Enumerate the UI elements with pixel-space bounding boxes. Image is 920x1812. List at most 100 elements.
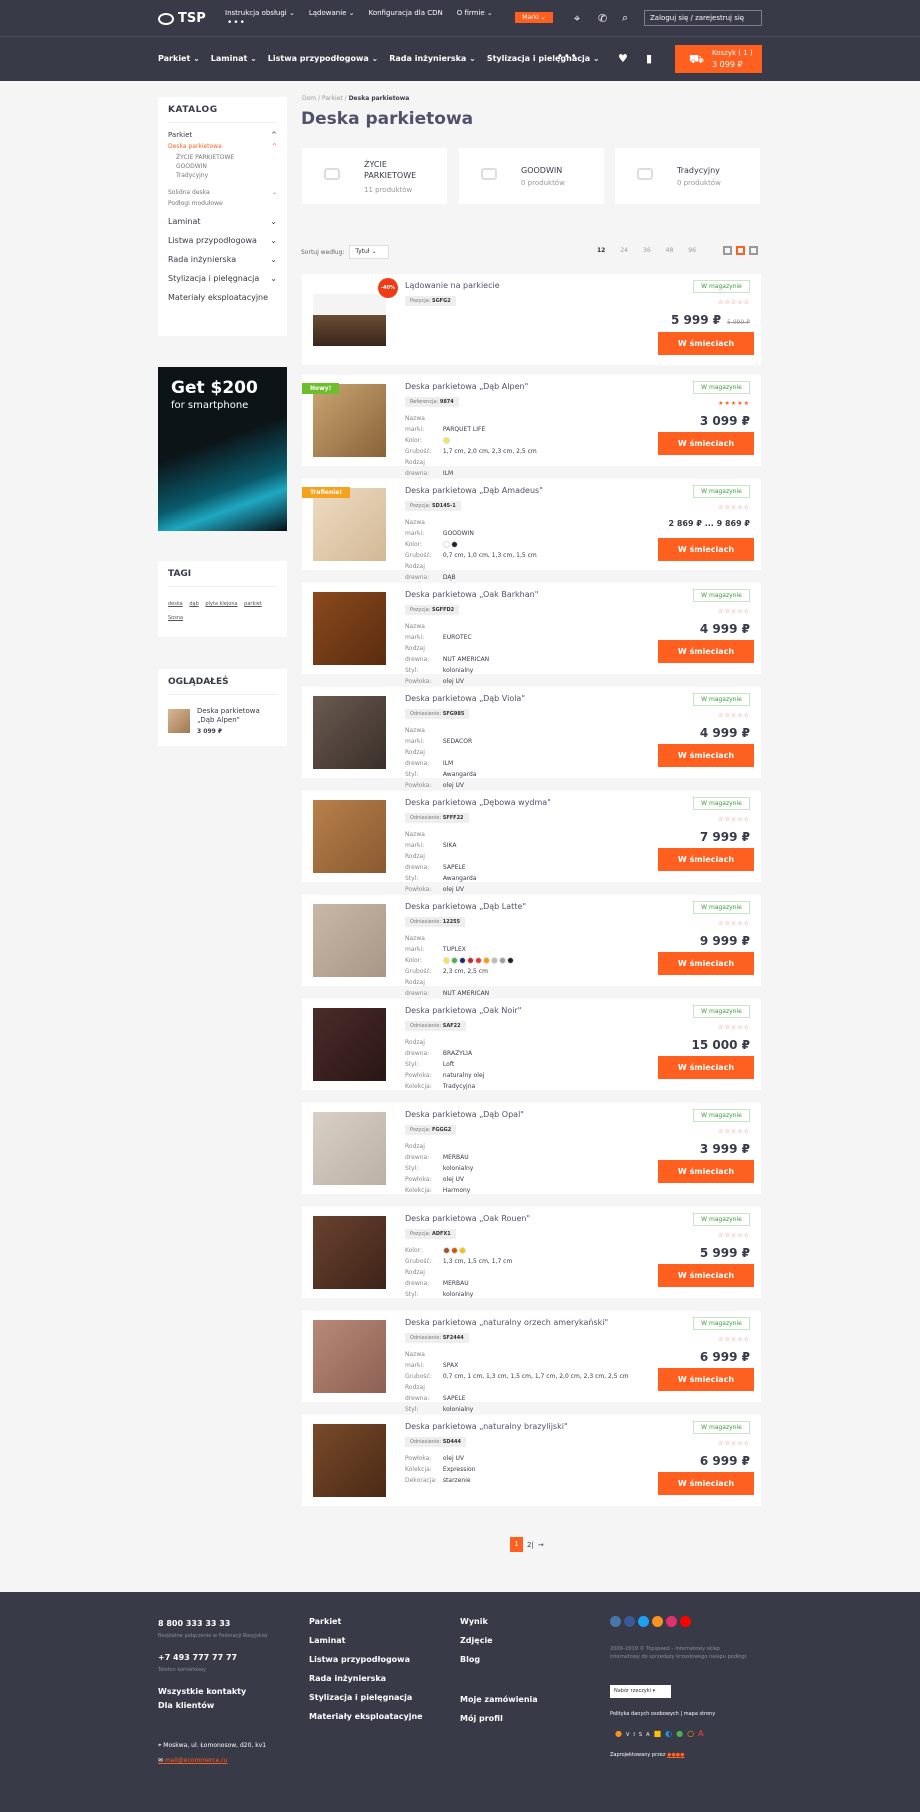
add-to-cart-button[interactable]: W śmieciach [658, 640, 754, 663]
page-size-option[interactable]: 48 [666, 247, 674, 254]
tag-link[interactable]: dąb [189, 601, 198, 607]
nav-item[interactable]: Laminat ⌄ [211, 54, 257, 63]
color-swatch[interactable] [490, 957, 498, 964]
viewed-product-image[interactable] [168, 709, 190, 733]
color-swatch[interactable] [458, 1247, 466, 1254]
product-image[interactable] [313, 1008, 386, 1081]
compare-icon[interactable]: ▮ [646, 52, 652, 65]
footer-contacts-link[interactable]: Wszystkie kontakty [158, 1687, 246, 1696]
catalog-item[interactable]: Stylizacja i pielęgnacja ⌄ [168, 274, 277, 283]
product-name[interactable]: Deska parkietowa „Dąb Latte" [405, 902, 526, 911]
color-swatch[interactable] [482, 957, 490, 964]
page-link[interactable]: 2| [527, 1541, 534, 1549]
nav-item[interactable]: Stylizacja i pielęgnacja ⌄ [487, 54, 600, 63]
tag-link[interactable]: parkiet [244, 601, 262, 607]
odnoklassniki-icon[interactable] [652, 1616, 663, 1627]
rating-stars[interactable]: ☆☆☆☆☆ [718, 1024, 750, 1031]
footer-link[interactable]: Parkiet [309, 1617, 341, 1626]
top-nav-link[interactable]: Instrukcja obsługi ⌄ [225, 9, 295, 17]
product-name[interactable]: Deska parkietowa „naturalny brazylijski" [405, 1422, 568, 1431]
instagram-icon[interactable] [666, 1616, 677, 1627]
top-nav-link[interactable]: Konfiguracja dla CDN [369, 9, 443, 17]
subcategory-card[interactable]: ŻYCIE PARKIETOWE 11 produktów [302, 148, 447, 204]
twitter-icon[interactable] [638, 1616, 649, 1627]
footer-link[interactable]: Materiały eksploatacyjne [309, 1712, 423, 1721]
product-name[interactable]: Deska parkietowa „Oak Noir" [405, 1006, 521, 1015]
cart-button[interactable]: ⛟ Koszyk ( 1 ) 3 099 ₽ [675, 45, 762, 73]
rating-stars[interactable]: ☆☆☆☆☆ [718, 1232, 750, 1239]
product-image[interactable] [313, 1216, 386, 1289]
nav-item[interactable]: Rada inżynierska ⌄ [389, 54, 476, 63]
product-name[interactable]: Deska parkietowa „Dąb Viola" [405, 694, 525, 703]
vk-icon[interactable] [610, 1616, 621, 1627]
color-swatch[interactable] [442, 1247, 450, 1254]
add-to-cart-button[interactable]: W śmieciach [658, 332, 754, 355]
footer-select[interactable]: Nabór rzeczyki ▾ [610, 1685, 671, 1698]
catalog-item[interactable]: Rada inżynierska ⌄ [168, 255, 277, 264]
page-current[interactable]: 1 [510, 1537, 523, 1552]
color-swatch[interactable] [498, 957, 506, 964]
add-to-cart-button[interactable]: W śmieciach [658, 432, 754, 455]
footer-email[interactable]: ✉ mail@ecommerce.ru [158, 1757, 227, 1764]
add-to-cart-button[interactable]: W śmieciach [658, 1056, 754, 1079]
color-swatch[interactable] [506, 957, 514, 964]
catalog-subitem[interactable]: ŻYCIE PARKIETOWE [168, 154, 277, 161]
facebook-icon[interactable] [624, 1616, 635, 1627]
grid-view-icon[interactable] [723, 246, 732, 255]
footer-link[interactable]: Zdjęcie [460, 1636, 493, 1645]
promo-banner[interactable]: Get $200 for smartphone [158, 367, 287, 531]
footer-link[interactable]: Rada inżynierska [309, 1674, 386, 1683]
product-name[interactable]: Deska parkietowa „Oak Barkhan" [405, 590, 538, 599]
phone-icon[interactable]: ✆ [598, 12, 607, 25]
more-menu-icon[interactable]: ••• [227, 18, 246, 28]
product-name[interactable]: Deska parkietowa „naturalny orzech amery… [405, 1318, 608, 1327]
subcategory-card[interactable]: Tradycyjny 0 produktów [615, 148, 760, 204]
add-to-cart-button[interactable]: W śmieciach [658, 848, 754, 871]
footer-link[interactable]: Blog [460, 1655, 480, 1664]
add-to-cart-button[interactable]: W śmieciach [658, 1472, 754, 1495]
product-name[interactable]: Deska parkietowa „Oak Rouen" [405, 1214, 530, 1223]
rating-stars[interactable]: ☆☆☆☆☆ [718, 1336, 750, 1343]
product-image[interactable] [313, 1424, 386, 1497]
footer-phone[interactable]: 8 800 333 33 33 [158, 1619, 230, 1628]
catalog-item-modular[interactable]: Podłogi modułowe [168, 200, 277, 207]
catalog-item[interactable]: Laminat ⌄ [168, 217, 277, 226]
color-swatch[interactable] [442, 957, 450, 964]
nav-item[interactable]: Parkiet ⌄ [158, 54, 200, 63]
color-swatch[interactable] [450, 957, 458, 964]
catalog-subitem[interactable]: GOODWIN [168, 163, 277, 170]
product-name[interactable]: Lądowanie na parkiecie [405, 281, 500, 290]
page-size-option[interactable]: 96 [688, 247, 696, 254]
footer-phone[interactable]: +7 493 777 77 77 [158, 1653, 237, 1662]
top-nav-link[interactable]: O firmie ⌄ [457, 9, 493, 17]
product-image[interactable] [313, 800, 386, 873]
location-icon[interactable]: ⌖ [574, 12, 580, 26]
product-image[interactable] [313, 592, 386, 665]
footer-link[interactable]: Stylizacja i pielęgnacja [309, 1693, 412, 1702]
breadcrumb-link[interactable]: Parkiet [322, 95, 343, 102]
logo[interactable]: TSP [158, 11, 206, 26]
add-to-cart-button[interactable]: W śmieciach [658, 952, 754, 975]
top-nav-link[interactable]: Lądowanie ⌄ [309, 9, 355, 17]
color-swatch[interactable] [458, 957, 466, 964]
list-view-icon[interactable] [736, 246, 745, 255]
catalog-item-active[interactable]: Deska parkietowa ^ [168, 143, 277, 150]
rating-stars[interactable]: ☆☆☆☆☆ [718, 299, 750, 306]
tag-link[interactable]: płyta klejona [205, 601, 237, 607]
rating-stars[interactable]: ☆☆☆☆☆ [718, 1440, 750, 1447]
footer-link[interactable]: Listwa przypodłogowa [309, 1655, 410, 1664]
breadcrumb-link[interactable]: Dom [302, 95, 316, 102]
rating-stars[interactable]: ☆☆☆☆☆ [718, 1128, 750, 1135]
page-size-option[interactable]: 36 [643, 247, 651, 254]
tag-link[interactable]: Sosna [168, 615, 183, 621]
page-size-option[interactable]: 24 [620, 247, 628, 254]
footer-link[interactable]: Wynik [460, 1617, 488, 1626]
add-to-cart-button[interactable]: W śmieciach [658, 1368, 754, 1391]
product-image[interactable] [313, 696, 386, 769]
catalog-item[interactable]: Listwa przypodłogowa ⌄ [168, 236, 277, 245]
product-image[interactable] [313, 384, 386, 457]
color-swatch[interactable] [442, 541, 450, 548]
add-to-cart-button[interactable]: W śmieciach [658, 744, 754, 767]
rating-stars[interactable]: ☆☆☆☆☆ [718, 816, 750, 823]
footer-policy-links[interactable]: Polityka danych osobowych | mapa strony [610, 1711, 715, 1717]
